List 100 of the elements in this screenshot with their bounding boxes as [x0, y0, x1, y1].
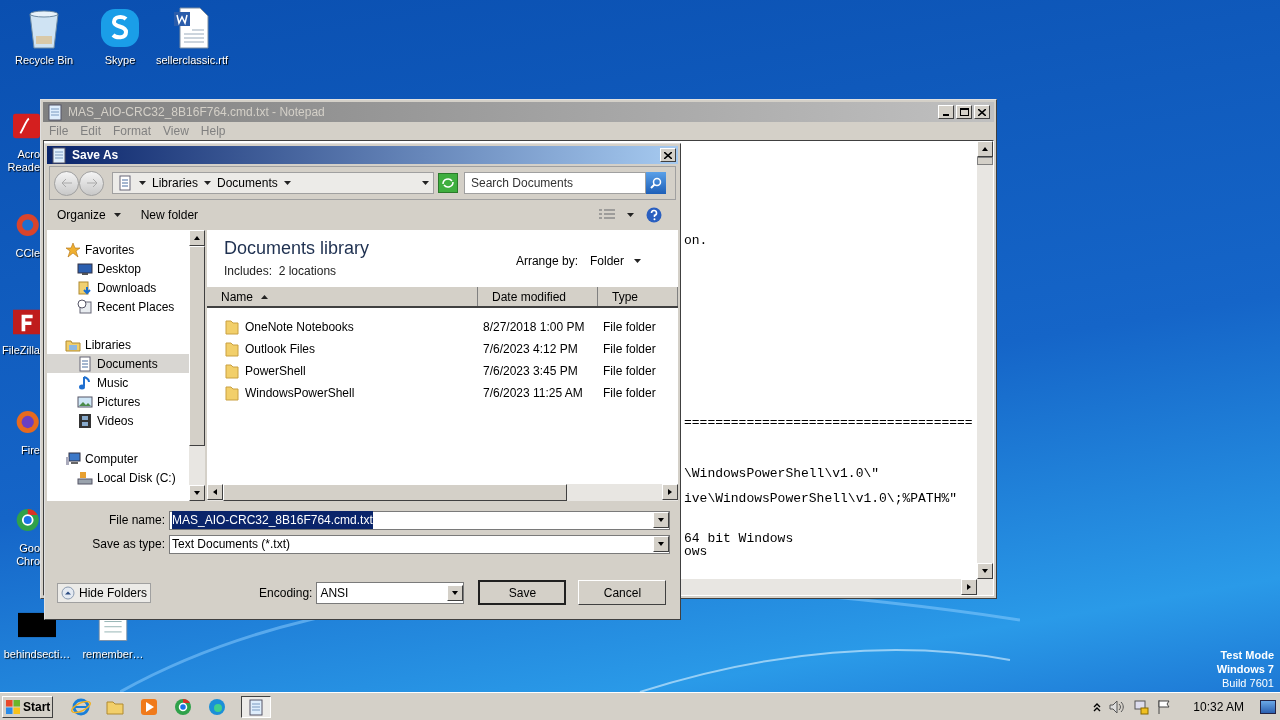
nav-item[interactable]: Computer — [47, 449, 189, 468]
recent-places-icon — [77, 298, 93, 315]
encoding-dropdown[interactable]: ANSI — [316, 581, 465, 604]
arrow-icon — [212, 488, 218, 496]
scroll-left-button[interactable] — [207, 484, 223, 500]
arrow-icon — [981, 568, 989, 574]
file-name-cell[interactable]: WindowsPowerShell — [245, 384, 355, 402]
dropdown-icon — [422, 181, 429, 185]
maximize-button[interactable] — [956, 105, 972, 119]
film-icon — [77, 412, 93, 429]
new-folder-button[interactable]: New folder — [140, 206, 199, 224]
close-button[interactable] — [974, 105, 990, 119]
type-cell-text: File folder — [602, 385, 656, 402]
folder-icon — [225, 363, 239, 379]
text-line: ===================================== — [684, 416, 974, 429]
search-field[interactable]: Search Documents — [464, 172, 646, 194]
scroll-right-button[interactable] — [961, 579, 977, 595]
search-icon — [650, 177, 662, 189]
vertical-scrollbar[interactable] — [189, 230, 205, 501]
skype-icon[interactable] — [98, 6, 142, 50]
nav-item[interactable]: Videos — [47, 411, 189, 430]
nav-item[interactable]: Desktop — [47, 259, 189, 278]
nav-item[interactable]: Music — [47, 373, 189, 392]
dialog-button[interactable]: Cancel — [578, 580, 667, 605]
file-name-field[interactable]: MAS_AIO-CRC32_8B16F764.cmd.txt — [169, 510, 670, 530]
close-button[interactable] — [660, 148, 676, 162]
star-icon — [65, 241, 81, 258]
nav-item[interactable]: Pictures — [47, 392, 189, 411]
desktop-icon-label[interactable]: Skype — [104, 52, 136, 69]
arrow-icon — [657, 541, 665, 547]
scroll-down-button[interactable] — [653, 512, 669, 528]
refresh-button[interactable] — [438, 173, 458, 193]
help-icon[interactable] — [646, 207, 662, 223]
os-notice-text: Windows 7 — [1216, 662, 1274, 676]
horizontal-scrollbar[interactable] — [207, 484, 678, 501]
flag-icon[interactable] — [1157, 698, 1172, 715]
maximize-icon — [959, 108, 969, 116]
search-button[interactable] — [646, 172, 666, 194]
vertical-scrollbar[interactable] — [977, 141, 993, 579]
breadcrumb-item[interactable]: Documents — [217, 174, 278, 192]
desktop-icon-label[interactable]: sellerclassic.rtf — [155, 52, 229, 69]
desktop-icon-label[interactable]: Chro — [16, 555, 40, 568]
scroll-down-button[interactable] — [189, 485, 205, 501]
scroll-down-button[interactable] — [653, 536, 669, 552]
file-name-cell[interactable]: OneNote Notebooks — [245, 318, 354, 336]
text-line: ive\WindowsPowerShell\v1.0\;%PATH%" — [684, 492, 959, 505]
desktop-icon-label[interactable]: behindsecti… — [3, 646, 71, 663]
nav-item[interactable]: Recent Places — [47, 297, 189, 316]
organize-button[interactable]: Organize — [57, 206, 121, 224]
scroll-down-button[interactable] — [447, 584, 464, 601]
computer-icon — [65, 450, 81, 467]
nav-item[interactable]: Libraries — [47, 335, 189, 354]
desktop-icon-label[interactable]: CCle — [15, 247, 40, 260]
desktop-icon-label[interactable]: Reade — [7, 161, 40, 174]
network-icon[interactable] — [1133, 698, 1150, 715]
address-bar[interactable]: Libraries Documents — [112, 172, 434, 194]
nav-item[interactable]: Favorites — [47, 240, 189, 259]
scroll-up-button[interactable] — [189, 230, 205, 246]
start-button[interactable]: Start — [2, 695, 54, 718]
file-name-cell[interactable]: PowerShell — [245, 362, 306, 380]
scroll-up-button[interactable] — [977, 141, 993, 157]
arrange-by-dropdown[interactable]: Folder — [590, 252, 641, 270]
scroll-right-button[interactable] — [662, 484, 678, 500]
caret-icon — [204, 181, 212, 185]
desktop-icon-label[interactable]: remember… — [82, 646, 144, 663]
notepad-icon — [49, 145, 69, 165]
file-name-cell[interactable]: Outlook Files — [245, 340, 316, 358]
arrow-icon — [981, 146, 989, 152]
show-desktop-button[interactable] — [1260, 699, 1276, 714]
desktop-icon-label[interactable]: FileZilla — [2, 344, 40, 357]
taskbar-button[interactable] — [241, 695, 272, 718]
show-hidden-icons-icon[interactable] — [1093, 701, 1102, 712]
desktop-icon-label[interactable]: Goo — [19, 542, 40, 555]
desktop-icon-label[interactable]: Recycle Bin — [14, 52, 74, 69]
arrow-icon — [193, 235, 201, 241]
folder-icon — [225, 319, 239, 335]
folder-icon — [225, 341, 239, 357]
text-line: ows — [684, 545, 709, 558]
date-cell-text: 7/6/2023 3:45 PM — [482, 363, 579, 380]
scroll-down-button[interactable] — [977, 563, 993, 579]
nav-item[interactable]: Downloads — [47, 278, 189, 297]
scrollbar-thumb[interactable] — [977, 157, 993, 165]
dialog-button[interactable]: Save — [478, 580, 567, 605]
minimize-button[interactable] — [938, 105, 954, 119]
desktop-icon-label[interactable]: Acro — [17, 148, 40, 161]
desktop-icon-label[interactable]: Fire — [21, 444, 40, 457]
speaker-icon[interactable] — [1109, 699, 1126, 714]
column-header[interactable]: Date modified — [478, 287, 598, 306]
disk-drive-icon — [77, 469, 93, 486]
arrow-icon — [657, 517, 665, 523]
nav-item[interactable]: Local Disk (C:) — [47, 468, 189, 487]
hide-folders-button[interactable]: Hide Folders — [57, 582, 152, 603]
document-icon — [117, 175, 133, 191]
breadcrumb-item[interactable]: Libraries — [152, 174, 199, 192]
clock[interactable]: 10:32 AM — [1193, 697, 1244, 716]
column-header[interactable]: Type — [598, 287, 678, 306]
save-type-dropdown[interactable]: Text Documents (*.txt) — [169, 534, 670, 554]
nav-item[interactable]: Documents — [47, 354, 189, 373]
arrow-icon — [667, 488, 673, 496]
column-header[interactable]: Name — [207, 287, 478, 306]
